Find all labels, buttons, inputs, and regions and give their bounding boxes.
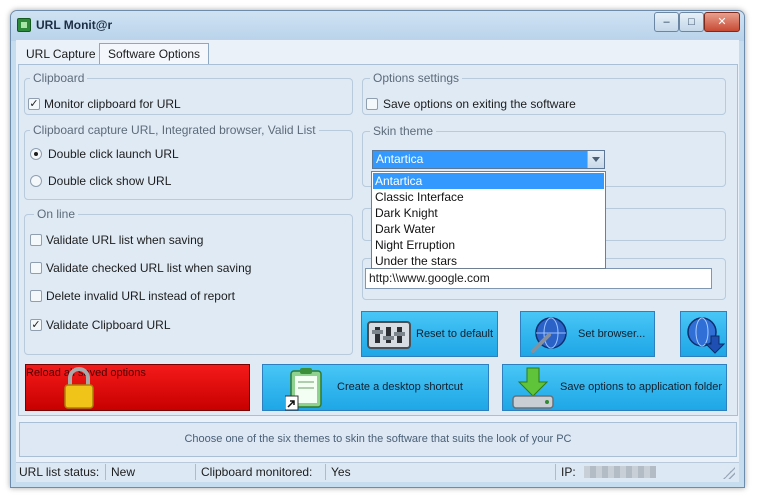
status-divider [105,464,106,480]
capture-launch-group-title: Clipboard capture URL, Integrated browse… [30,123,319,137]
validate-clipboard-url-label: Validate Clipboard URL [46,318,171,332]
minimize-button[interactable]: – [654,12,679,32]
save-on-exit-checkbox[interactable] [366,98,378,110]
skin-option[interactable]: Night Erruption [373,237,604,253]
reset-default-button[interactable]: Reset to default [361,311,498,357]
skin-theme-title: Skin theme [370,124,437,138]
create-shortcut-label: Create a desktop shortcut [337,381,463,393]
clipboard-monitored-label: Clipboard monitored: [201,465,313,479]
double-click-launch-label: Double click launch URL [48,147,179,161]
reset-default-label: Reset to default [416,328,494,340]
options-settings-title: Options settings [370,71,463,85]
ip-label: IP: [561,465,576,479]
maximize-button[interactable]: □ [679,12,704,32]
tab-url-capture[interactable]: URL Capture [17,43,105,65]
close-button[interactable]: ✕ [704,12,740,32]
delete-invalid-url-checkbox[interactable] [30,290,42,302]
url-list-status-value: New [111,465,136,479]
title-bar[interactable] [11,11,744,41]
capture-launch-group [24,130,353,200]
save-app-folder-label: Save options to application folder [560,381,723,393]
validate-checked-list-checkbox[interactable] [30,262,42,274]
skin-theme-selected-value: Antartica [373,151,587,168]
set-browser-button[interactable]: Set browser... [520,311,655,357]
double-click-show-label: Double click show URL [48,174,172,188]
double-click-show-radio[interactable] [30,175,42,187]
lock-icon [62,366,96,410]
skin-option[interactable]: Under the stars [373,253,604,269]
equalizer-icon [366,318,412,352]
reload-options-button[interactable]: Reload all saved options [25,364,250,411]
skin-option[interactable]: Classic Interface [373,189,604,205]
validate-checked-list-label: Validate checked URL list when saving [46,261,252,275]
browser-url-input[interactable]: http:\\www.google.com [365,268,712,289]
clipboard-monitored-value: Yes [331,465,351,479]
skin-theme-dropdown-list: Antartica Classic Interface Dark Knight … [371,171,606,269]
globe-download-button[interactable] [680,311,727,357]
tab-software-options[interactable]: Software Options [99,43,210,65]
validate-url-list-checkbox[interactable] [30,234,42,246]
hint-banner: Choose one of the six themes to skin the… [19,422,737,457]
create-shortcut-button[interactable]: Create a desktop shortcut [262,364,489,411]
app-icon [17,18,31,32]
validate-clipboard-url-checkbox[interactable]: ✓ [30,319,42,331]
resize-grip-icon[interactable] [723,467,735,479]
globe-wrench-icon [527,315,573,355]
save-on-exit-label: Save options on exiting the software [383,97,576,111]
chevron-down-icon[interactable] [587,151,604,168]
validate-url-list-label: Validate URL list when saving [46,233,204,247]
status-divider [325,464,326,480]
skin-option[interactable]: Dark Knight [373,205,604,221]
double-click-launch-radio[interactable] [30,148,42,160]
online-group-title: On line [34,207,79,221]
status-divider [555,464,556,480]
window-title: URL Monit@r [36,18,113,32]
clipboard-group-title: Clipboard [30,71,88,85]
url-list-status-label: URL list status: [19,465,100,479]
delete-invalid-url-label: Delete invalid URL instead of report [46,289,235,303]
globe-download-icon [683,314,726,356]
ip-value-redacted [584,466,656,478]
save-app-folder-button[interactable]: Save options to application folder [502,364,727,411]
skin-option[interactable]: Antartica [373,173,604,189]
drive-download-icon [509,366,557,410]
hint-message: Choose one of the six themes to skin the… [184,433,572,445]
status-divider [195,464,196,480]
monitor-clipboard-label: Monitor clipboard for URL [44,97,181,111]
clipboard-shortcut-icon [284,366,331,412]
set-browser-label: Set browser... [578,328,646,340]
monitor-clipboard-checkbox[interactable]: ✓ [28,98,40,110]
skin-option[interactable]: Dark Water [373,221,604,237]
